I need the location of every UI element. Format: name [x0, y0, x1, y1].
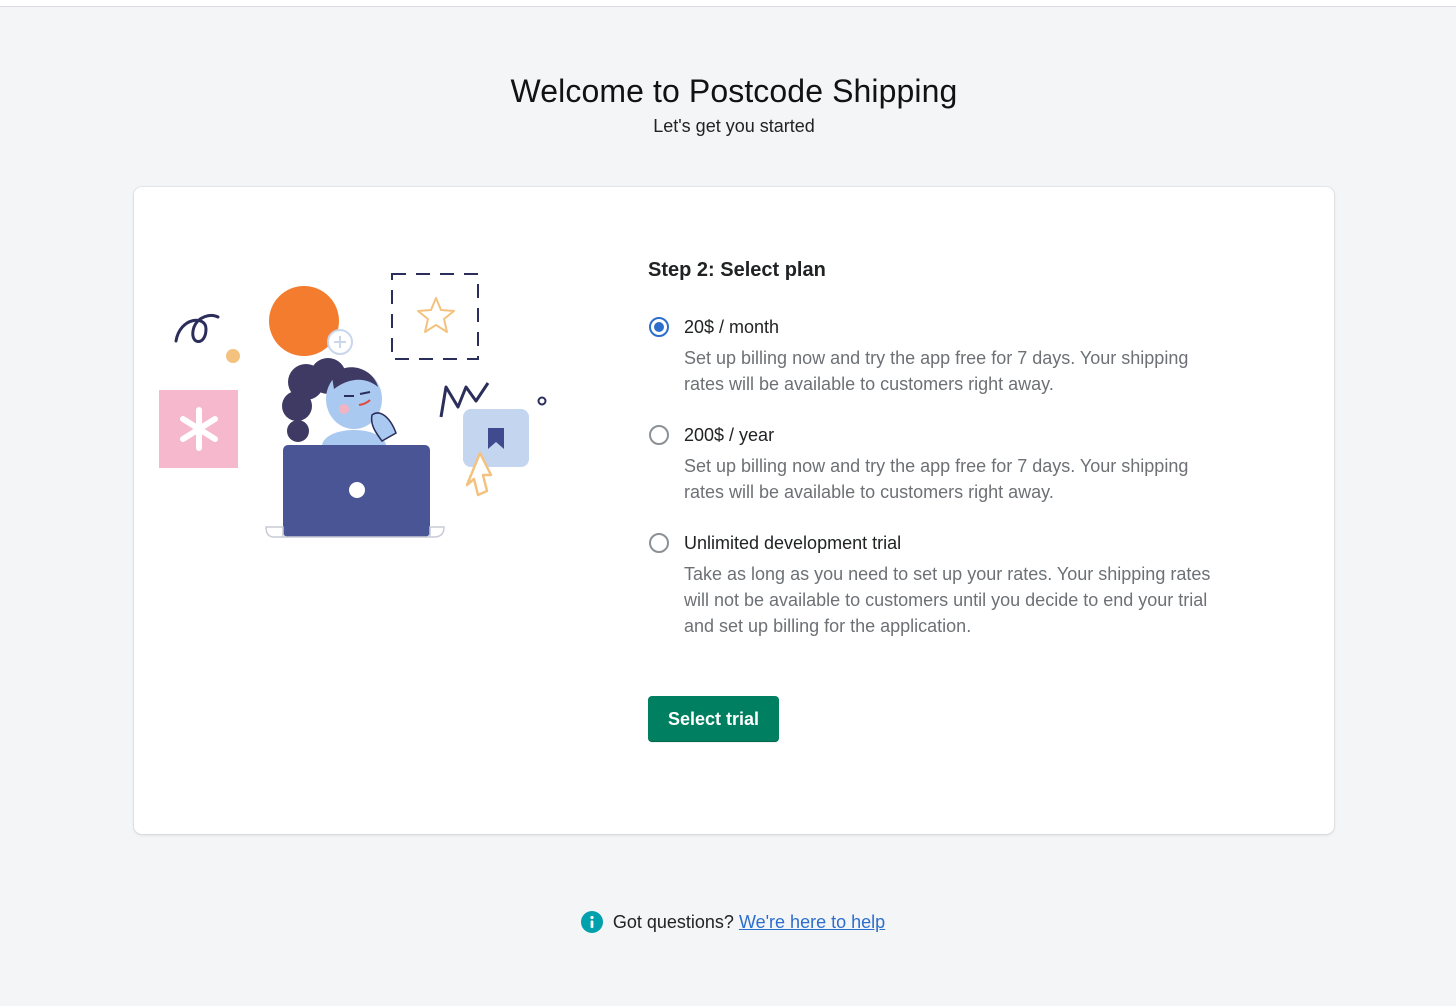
plan-label-yearly[interactable]: 200$ / year — [684, 423, 1228, 447]
plan-help-monthly: Set up billing now and try the app free … — [684, 348, 1189, 394]
plan-option-yearly[interactable]: 200$ / year Set up billing now and try t… — [648, 423, 1228, 505]
radio-yearly[interactable] — [649, 425, 669, 445]
page-title: Welcome to Postcode Shipping — [510, 73, 958, 110]
step-title: Step 2: Select plan — [648, 258, 826, 281]
plan-help-dev-trial: Take as long as you need to set up your … — [684, 564, 1211, 636]
top-bar — [0, 0, 1456, 7]
person-with-laptop-illustration — [159, 273, 547, 538]
plan-radio-group: 20$ / month Set up billing now and try t… — [648, 315, 1228, 639]
plan-label-monthly[interactable]: 20$ / month — [684, 315, 1228, 339]
info-icon — [580, 911, 603, 933]
select-trial-button[interactable]: Select trial — [648, 696, 780, 742]
help-link[interactable]: We're here to help — [739, 912, 885, 932]
plan-label-dev-trial[interactable]: Unlimited development trial — [684, 531, 1228, 555]
plan-help-yearly: Set up billing now and try the app free … — [684, 456, 1189, 502]
page-subtitle: Let's get you started — [653, 116, 815, 136]
footer-help: Got questions? We're here to help — [0, 911, 1456, 933]
plan-card: Step 2: Select plan 20$ / month Set up b… — [134, 187, 1334, 834]
radio-monthly[interactable] — [649, 317, 669, 337]
plan-option-dev-trial[interactable]: Unlimited development trial Take as long… — [648, 531, 1228, 639]
radio-dev-trial[interactable] — [649, 533, 669, 553]
plan-option-monthly[interactable]: 20$ / month Set up billing now and try t… — [648, 315, 1228, 397]
footer-question: Got questions? — [612, 912, 734, 932]
